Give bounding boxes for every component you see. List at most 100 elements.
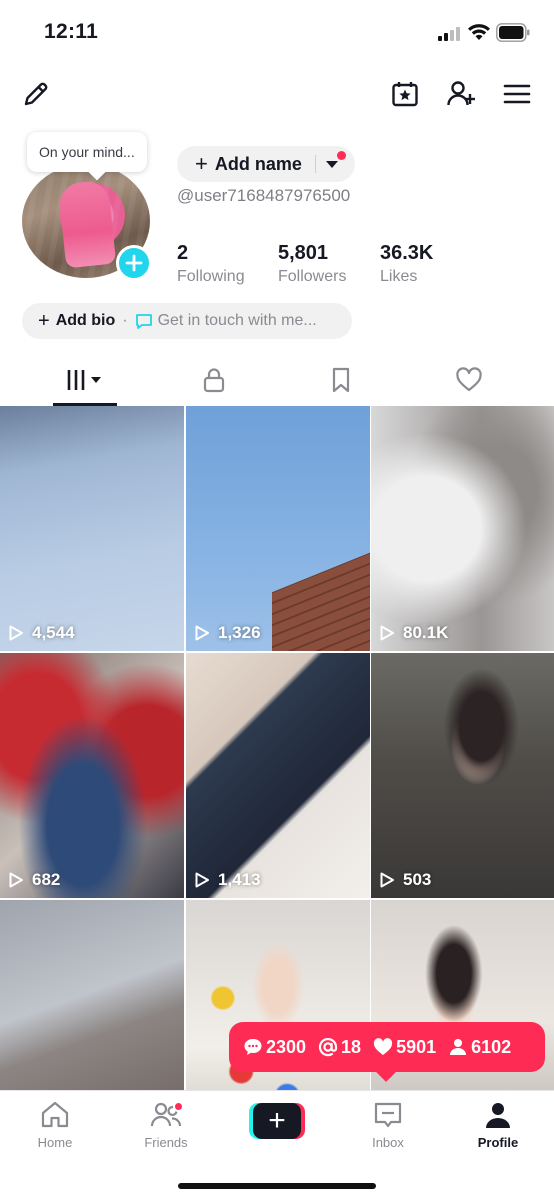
play-icon <box>9 872 23 888</box>
play-icon <box>195 872 209 888</box>
stat-value: 5,801 <box>278 242 329 264</box>
menu-button[interactable] <box>501 78 533 110</box>
view-count-text: 1,326 <box>218 623 261 642</box>
play-icon <box>380 625 394 641</box>
cellular-signal-icon <box>438 27 460 41</box>
stat-value: 36.3K <box>380 242 434 264</box>
profile-tabs <box>0 352 554 408</box>
at-mention-icon <box>318 1038 338 1057</box>
add-friend-button[interactable] <box>445 78 477 110</box>
likes-count-text: 5901 <box>396 1036 437 1057</box>
home-icon <box>41 1101 69 1128</box>
grid-bars-icon <box>67 370 101 390</box>
hamburger-menu-icon <box>503 84 531 104</box>
video-thumbnail[interactable]: 1,326 <box>186 406 370 651</box>
heart-icon <box>456 367 482 392</box>
separator-dot: · <box>122 312 128 329</box>
mentions-count: 18 <box>318 1037 361 1058</box>
nav-inbox[interactable]: Inbox <box>343 1099 433 1150</box>
comments-count: 2300 <box>243 1037 306 1058</box>
stat-label: Following <box>177 268 245 285</box>
comment-icon <box>244 1039 262 1055</box>
plus-icon <box>125 254 143 272</box>
view-count: 682 <box>8 870 60 890</box>
add-story-button[interactable] <box>116 245 152 281</box>
tab-liked[interactable] <box>437 352 501 408</box>
add-bio-label: Add bio <box>55 312 116 329</box>
chat-bubble-icon <box>135 314 152 329</box>
home-indicator <box>178 1183 376 1189</box>
lock-icon <box>203 368 225 393</box>
activity-notification-pill[interactable]: 2300 18 5901 6102 <box>229 1022 545 1072</box>
nav-home-label: Home <box>37 1135 73 1150</box>
view-count-text: 1,413 <box>218 870 261 889</box>
person-add-icon <box>447 81 475 106</box>
stat-label: Likes <box>380 268 418 285</box>
tab-videos[interactable] <box>53 352 117 408</box>
add-name-label: Add name <box>214 153 302 174</box>
nav-profile-label: Profile <box>477 1135 519 1150</box>
view-count-text: 682 <box>32 870 61 889</box>
status-bar: 12:11 <box>0 0 554 64</box>
followers-count: 6102 <box>448 1037 511 1058</box>
video-thumbnail[interactable]: 1,413 <box>186 653 370 898</box>
video-thumbnail[interactable] <box>0 900 184 1090</box>
add-name-button[interactable]: + Add name <box>177 146 355 182</box>
edit-pencil-button[interactable] <box>20 78 52 110</box>
stat-label: Followers <box>278 268 347 285</box>
view-count-text: 503 <box>403 870 432 889</box>
calendar-star-icon <box>392 82 418 107</box>
person-icon <box>450 1039 467 1055</box>
nav-friends[interactable]: Friends <box>121 1099 211 1150</box>
plus-icon: + <box>195 151 208 176</box>
inbox-icon <box>374 1102 402 1128</box>
comments-count-text: 2300 <box>266 1036 307 1057</box>
tab-private[interactable] <box>182 352 246 408</box>
likes-count: 5901 <box>373 1037 436 1058</box>
stat-followers[interactable]: 5,801 Followers <box>278 242 346 286</box>
heart-filled-icon <box>373 1038 393 1055</box>
tab-saved[interactable] <box>309 352 373 408</box>
plus-icon: + <box>253 1103 301 1139</box>
view-count: 1,413 <box>194 870 261 890</box>
video-thumbnail[interactable]: 682 <box>0 653 184 898</box>
profile-person-icon <box>486 1103 510 1128</box>
add-bio-button[interactable]: + Add bio <box>38 310 115 333</box>
avatar-figure <box>57 179 117 269</box>
view-count-text: 80.1K <box>403 623 449 642</box>
battery-icon <box>496 23 530 42</box>
plus-icon: + <box>38 309 50 332</box>
creator-calendar-button[interactable] <box>389 78 421 110</box>
chevron-down-icon[interactable] <box>325 158 339 170</box>
bio-pill[interactable]: + Add bio · Get in touch with me... <box>22 303 352 339</box>
play-icon <box>380 872 394 888</box>
play-icon <box>195 625 209 641</box>
status-time: 12:11 <box>44 20 99 43</box>
divider <box>315 155 316 173</box>
video-grid: 4,544 1,326 80.1K 682 1,413 503 <box>0 406 554 1090</box>
view-count-text: 4,544 <box>32 623 75 642</box>
video-thumbnail[interactable]: 503 <box>371 653 554 898</box>
bookmark-icon <box>332 367 350 393</box>
username: @user7168487976500 <box>177 186 351 205</box>
video-thumbnail[interactable]: 80.1K <box>371 406 554 651</box>
stat-value: 2 <box>177 242 189 264</box>
view-count: 1,326 <box>194 623 261 643</box>
nav-friends-label: Friends <box>144 1135 188 1150</box>
followers-count-text: 6102 <box>471 1036 512 1057</box>
on-your-mind-bubble[interactable]: On your mind... <box>27 132 147 172</box>
notification-dot <box>173 1101 184 1112</box>
nav-home[interactable]: Home <box>10 1099 100 1150</box>
create-button[interactable]: + <box>249 1103 305 1139</box>
video-thumbnail[interactable]: 4,544 <box>0 406 184 651</box>
view-count: 503 <box>379 870 431 890</box>
wifi-icon <box>468 24 490 40</box>
view-count: 80.1K <box>379 623 448 643</box>
notification-dot <box>337 151 346 160</box>
play-icon <box>9 625 23 641</box>
stat-likes[interactable]: 36.3K Likes <box>380 242 433 286</box>
nav-profile[interactable]: Profile <box>453 1099 543 1150</box>
get-in-touch-button[interactable]: Get in touch with me... <box>158 312 317 330</box>
stat-following[interactable]: 2 Following <box>177 242 245 286</box>
pencil-icon <box>24 82 48 106</box>
